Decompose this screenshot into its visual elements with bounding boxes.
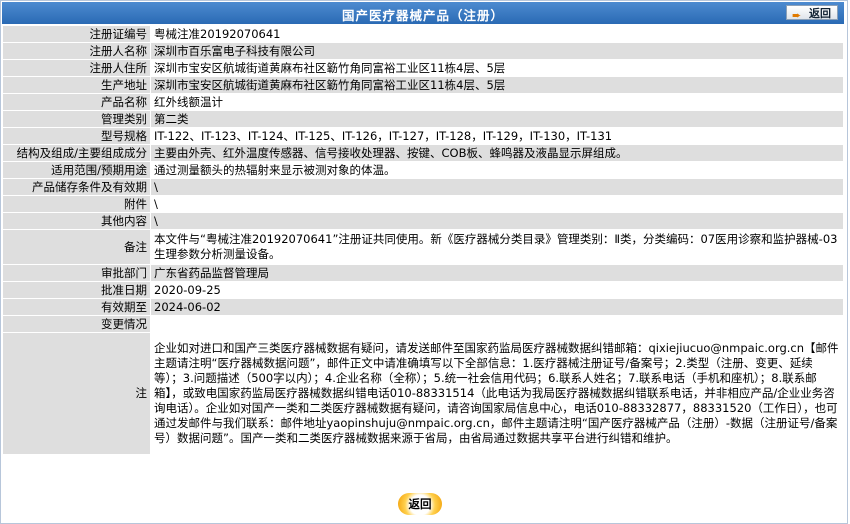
table-row: 产品储存条件及有效期 \ <box>2 178 844 196</box>
table-row: 注册人住所 深圳市宝安区航城街道黄麻布社区簕竹角同富裕工业区11栋4层、5层 <box>2 59 844 77</box>
note-label: 注 <box>2 332 151 455</box>
table-row: 批准日期 2020-09-25 <box>2 281 844 299</box>
row-label: 有效期至 <box>2 298 151 316</box>
row-label: 注册证编号 <box>2 25 151 43</box>
table-row: 生产地址 深圳市宝安区航城街道黄麻布社区簕竹角同富裕工业区11栋4层、5层 <box>2 76 844 94</box>
row-label: 其他内容 <box>2 212 151 230</box>
table-row: 产品名称 红外线额温计 <box>2 93 844 111</box>
row-value: 深圳市宝安区航城街道黄麻布社区簕竹角同富裕工业区11栋4层、5层 <box>150 76 844 94</box>
row-value: 粤械注准20192070641 <box>150 25 844 43</box>
row-label: 产品储存条件及有效期 <box>2 178 151 196</box>
table-row: 附件 \ <box>2 195 844 213</box>
note-text: 企业如对进口和国产三类医疗器械数据有疑问，请发送邮件至国家药监局医疗器械数据纠错… <box>150 332 844 455</box>
row-value <box>150 315 844 333</box>
back-button-top[interactable]: ➨ 返回 <box>786 5 838 22</box>
title-bar: 国产医疗器械产品（注册） ➨ 返回 <box>2 2 844 24</box>
back-button-bottom[interactable]: 返回 <box>398 493 442 515</box>
row-value: 本文件与“粤械注准20192070641”注册证共同使用。新《医疗器械分类目录》… <box>150 229 844 265</box>
row-label: 型号规格 <box>2 127 151 145</box>
row-value: 红外线额温计 <box>150 93 844 111</box>
row-value: 2024-06-02 <box>150 298 844 316</box>
row-value: \ <box>150 178 844 196</box>
row-value: 第二类 <box>150 110 844 128</box>
row-label: 生产地址 <box>2 76 151 94</box>
page-title: 国产医疗器械产品（注册） <box>341 8 504 23</box>
table-row: 管理类别 第二类 <box>2 110 844 128</box>
table-row: 备注 本文件与“粤械注准20192070641”注册证共同使用。新《医疗器械分类… <box>2 229 844 265</box>
row-value: 主要由外壳、红外温度传感器、信号接收处理器、按键、COB板、蜂鸣器及液晶显示屏组… <box>150 144 844 162</box>
row-value: \ <box>150 195 844 213</box>
row-label: 备注 <box>2 229 151 265</box>
table-row: 结构及组成/主要组成成分 主要由外壳、红外温度传感器、信号接收处理器、按键、CO… <box>2 144 844 162</box>
arrow-right-icon: ➨ <box>792 9 802 22</box>
row-value: 广东省药品监督管理局 <box>150 264 844 282</box>
table-row: 注册人名称 深圳市百乐富电子科技有限公司 <box>2 42 844 60</box>
table-row: 适用范围/预期用途 通过测量额头的热辐射来显示被测对象的体温。 <box>2 161 844 179</box>
row-label: 变更情况 <box>2 315 151 333</box>
table-row: 注 企业如对进口和国产三类医疗器械数据有疑问，请发送邮件至国家药监局医疗器械数据… <box>2 332 844 455</box>
table-row: 变更情况 <box>2 315 844 333</box>
row-label: 结构及组成/主要组成成分 <box>2 144 151 162</box>
row-value: 通过测量额头的热辐射来显示被测对象的体温。 <box>150 161 844 179</box>
back-button-top-label: 返回 <box>809 7 831 20</box>
row-label: 适用范围/预期用途 <box>2 161 151 179</box>
row-label: 管理类别 <box>2 110 151 128</box>
row-label: 审批部门 <box>2 264 151 282</box>
row-value: \ <box>150 212 844 230</box>
table-row: 注册证编号 粤械注准20192070641 <box>2 25 844 43</box>
detail-table: 注册证编号 粤械注准20192070641 注册人名称 深圳市百乐富电子科技有限… <box>2 25 844 455</box>
table-row: 型号规格 IT-122、IT-123、IT-124、IT-125、IT-126，… <box>2 127 844 145</box>
row-value: 2020-09-25 <box>150 281 844 299</box>
row-label: 附件 <box>2 195 151 213</box>
row-value: 深圳市百乐富电子科技有限公司 <box>150 42 844 60</box>
row-label: 产品名称 <box>2 93 151 111</box>
row-label: 注册人住所 <box>2 59 151 77</box>
row-value: IT-122、IT-123、IT-124、IT-125、IT-126，IT-12… <box>150 127 844 145</box>
row-label: 批准日期 <box>2 281 151 299</box>
table-row: 审批部门 广东省药品监督管理局 <box>2 264 844 282</box>
table-row: 有效期至 2024-06-02 <box>2 298 844 316</box>
row-value: 深圳市宝安区航城街道黄麻布社区簕竹角同富裕工业区11栋4层、5层 <box>150 59 844 77</box>
row-label: 注册人名称 <box>2 42 151 60</box>
table-row: 其他内容 \ <box>2 212 844 230</box>
